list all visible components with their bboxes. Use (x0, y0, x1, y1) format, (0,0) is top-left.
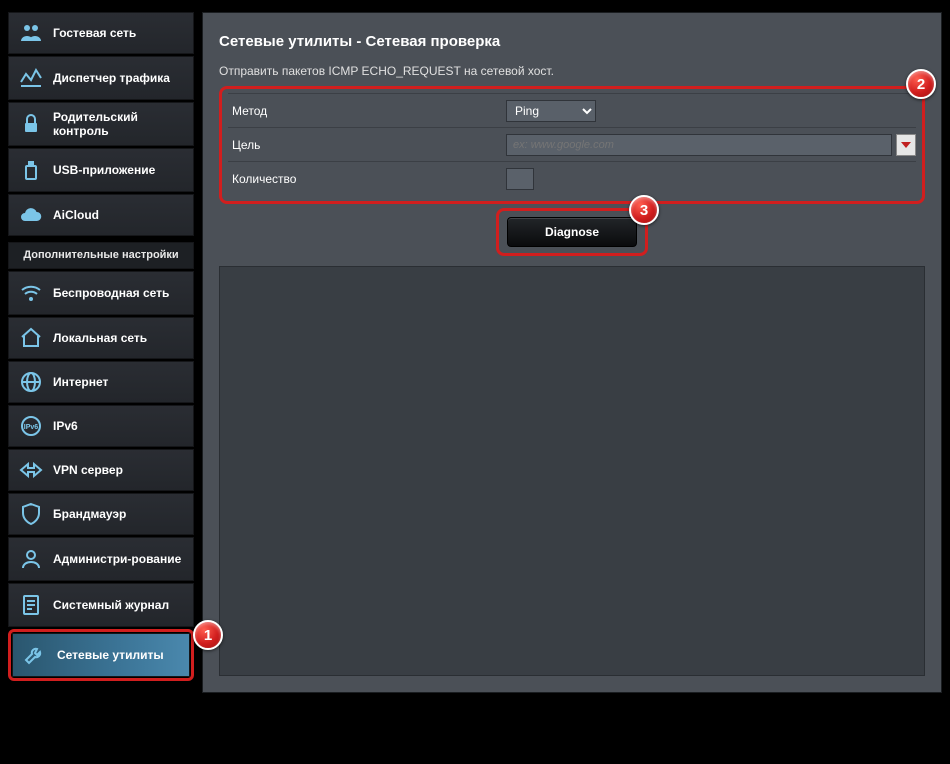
home-icon (19, 326, 43, 350)
diagnose-button[interactable]: Diagnose (507, 217, 637, 247)
usb-icon (19, 158, 43, 182)
page-title: Сетевые утилиты - Сетевая проверка (219, 33, 925, 50)
output-area (219, 266, 925, 676)
sidebar-item-usb[interactable]: USB-приложение (8, 148, 194, 192)
nav-label: Локальная сеть (53, 331, 147, 345)
sidebar-item-parental[interactable]: Родительский контроль (8, 102, 194, 146)
annotation-badge-3: 3 (629, 195, 659, 225)
target-dropdown-arrow[interactable] (896, 134, 916, 156)
target-input[interactable] (506, 134, 892, 156)
annotation-badge-1: 1 (193, 620, 223, 650)
sidebar-item-ipv6[interactable]: IPv6 IPv6 (8, 405, 194, 447)
sidebar-item-syslog[interactable]: Системный журнал (8, 583, 194, 627)
sidebar-item-firewall[interactable]: Брандмауэр (8, 493, 194, 535)
method-label: Метод (228, 104, 506, 118)
admin-icon (19, 547, 43, 571)
annotation-badge-2: 2 (906, 69, 936, 99)
main-panel: Сетевые утилиты - Сетевая проверка Отпра… (202, 12, 942, 693)
shield-icon (19, 502, 43, 526)
sidebar-item-aicloud[interactable]: AiCloud (8, 194, 194, 236)
nav-label: Администри-рование (53, 552, 181, 566)
traffic-icon (19, 66, 43, 90)
sidebar-item-lan[interactable]: Локальная сеть (8, 317, 194, 359)
nav-label: VPN сервер (53, 463, 123, 477)
nav-label: Сетевые утилиты (57, 648, 164, 662)
method-select[interactable]: Ping (506, 100, 596, 122)
log-icon (19, 593, 43, 617)
sidebar-item-guest-network[interactable]: Гостевая сеть (8, 12, 194, 54)
nav-label: Диспетчер трафика (53, 71, 170, 85)
nav-label: AiCloud (53, 208, 99, 222)
sidebar: Гостевая сеть Диспетчер трафика Родитель… (8, 12, 194, 693)
wrench-icon (23, 643, 47, 667)
sidebar-item-traffic[interactable]: Диспетчер трафика (8, 56, 194, 100)
count-label: Количество (228, 172, 506, 186)
page-description: Отправить пакетов ICMP ECHO_REQUEST на с… (219, 64, 925, 78)
nav-label: Беспроводная сеть (53, 286, 169, 300)
vpn-icon (19, 458, 43, 482)
sidebar-item-vpn[interactable]: VPN сервер (8, 449, 194, 491)
target-label: Цель (228, 138, 506, 152)
sidebar-item-internet[interactable]: Интернет (8, 361, 194, 403)
nav-label: Интернет (53, 375, 108, 389)
nav-label: IPv6 (53, 419, 78, 433)
nav-label: Брандмауэр (53, 507, 126, 521)
svg-text:IPv6: IPv6 (24, 424, 39, 431)
sidebar-item-network-tools[interactable]: Сетевые утилиты (12, 633, 190, 677)
users-icon (19, 21, 43, 45)
globe-icon (19, 370, 43, 394)
cloud-icon (19, 203, 43, 227)
sidebar-item-wireless[interactable]: Беспроводная сеть (8, 271, 194, 315)
ipv6-icon: IPv6 (19, 414, 43, 438)
nav-label: USB-приложение (53, 163, 155, 177)
sidebar-item-admin[interactable]: Администри-рование (8, 537, 194, 581)
advanced-settings-header: Дополнительные настройки (8, 242, 194, 269)
count-input[interactable] (506, 168, 534, 190)
lock-icon (19, 112, 43, 136)
nav-label: Гостевая сеть (53, 26, 136, 40)
wifi-icon (19, 281, 43, 305)
diagnose-highlight: 3 Diagnose (496, 208, 648, 256)
nav-label: Родительский контроль (53, 110, 183, 139)
form-area-highlight: 2 Метод Ping Цель (219, 86, 925, 204)
sidebar-active-highlight: 1 Сетевые утилиты (8, 629, 194, 681)
nav-label: Системный журнал (53, 598, 169, 612)
